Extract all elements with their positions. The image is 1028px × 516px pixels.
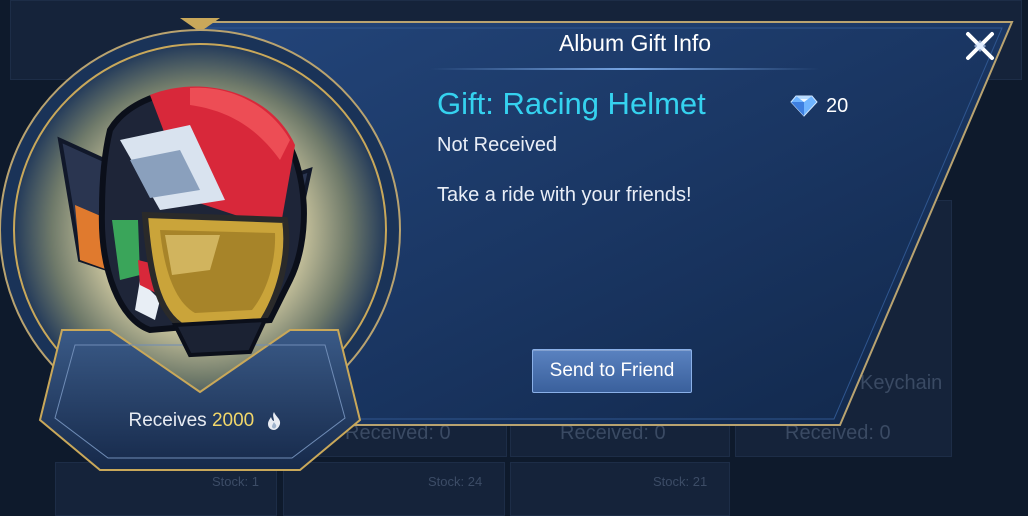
price-value: 20 xyxy=(826,94,849,117)
receives-count: Receives 2000 xyxy=(90,410,320,432)
gift-price: 20 xyxy=(790,92,848,120)
racing-helmet-image xyxy=(57,86,313,358)
flame-icon xyxy=(267,411,280,430)
dialog-title: Album Gift Info xyxy=(558,30,712,56)
send-to-friend-button[interactable]: Send to Friend xyxy=(532,349,692,393)
title-divider xyxy=(430,68,820,70)
gift-name: Gift: Racing Helmet xyxy=(437,86,706,121)
receive-status: Not Received xyxy=(437,134,558,156)
receives-label: Receives xyxy=(128,410,207,431)
diamond-icon xyxy=(790,95,818,117)
receives-value: 2000 xyxy=(211,410,255,431)
close-button[interactable] xyxy=(962,28,998,64)
close-icon xyxy=(966,32,994,60)
gift-description: Take a ride with your friends! xyxy=(437,184,692,206)
